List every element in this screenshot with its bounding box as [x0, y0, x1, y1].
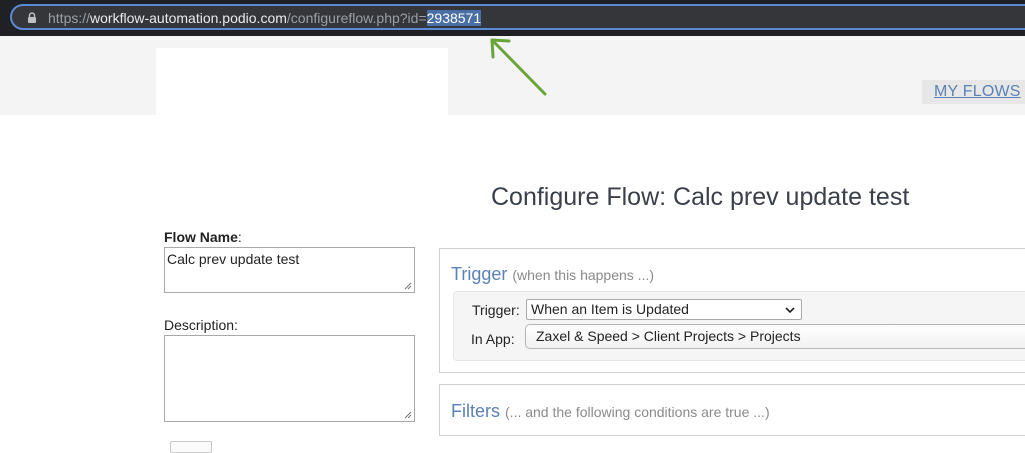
url-text[interactable]: https://workflow-automation.podio.com/co…	[48, 10, 482, 26]
filters-panel-title: Filters (... and the following condition…	[451, 400, 770, 423]
address-bar[interactable]: https://workflow-automation.podio.com/co…	[10, 4, 1025, 30]
trigger-select-value: When an Item is Updated	[531, 301, 689, 317]
flow-name-field[interactable]: Calc prev update test	[164, 247, 415, 293]
flow-name-label: Flow Name:	[164, 229, 242, 245]
lock-icon[interactable]	[26, 12, 38, 24]
filters-title-text: Filters	[451, 401, 500, 421]
url-scheme: https://	[48, 10, 91, 26]
trigger-title-text: Trigger	[451, 264, 508, 284]
description-field[interactable]	[164, 335, 415, 422]
filters-hint: (... and the following conditions are tr…	[505, 404, 770, 420]
trigger-settings: Trigger: When an Item is Updated In App:…	[453, 291, 1025, 361]
resize-grip-icon[interactable]	[404, 282, 412, 290]
flow-name-label-text: Flow Name	[164, 229, 238, 245]
in-app-label: In App:	[471, 331, 515, 347]
trigger-select[interactable]: When an Item is Updated	[526, 299, 802, 320]
trigger-panel-title: Trigger (when this happens ...)	[451, 263, 654, 286]
trigger-select-label: Trigger:	[472, 302, 520, 318]
description-label: Description:	[164, 317, 238, 333]
page-title: Configure Flow: Calc prev update test	[491, 183, 910, 211]
in-app-select-value: Zaxel & Speed > Client Projects > Projec…	[536, 328, 801, 344]
in-app-select[interactable]: Zaxel & Speed > Client Projects > Projec…	[525, 324, 1025, 349]
flow-name-label-colon: :	[237, 229, 242, 245]
url-path: /configureflow.php?id=	[286, 10, 427, 26]
flow-name-value: Calc prev update test	[167, 251, 300, 267]
url-selected-id: 2938571	[426, 10, 482, 26]
resize-grip-icon[interactable]	[404, 411, 412, 419]
url-host: workflow-automation.podio.com	[90, 10, 287, 26]
logo-area	[156, 48, 448, 115]
partial-toggle[interactable]	[170, 441, 212, 453]
filters-panel: Filters (... and the following condition…	[439, 384, 1025, 436]
annotation-arrow-icon	[490, 38, 547, 96]
trigger-hint: (when this happens ...)	[512, 267, 655, 283]
my-flows-link[interactable]: MY FLOWS	[922, 80, 1025, 104]
chevron-down-icon	[785, 307, 795, 314]
trigger-panel: Trigger (when this happens ...) Trigger:…	[439, 248, 1025, 373]
